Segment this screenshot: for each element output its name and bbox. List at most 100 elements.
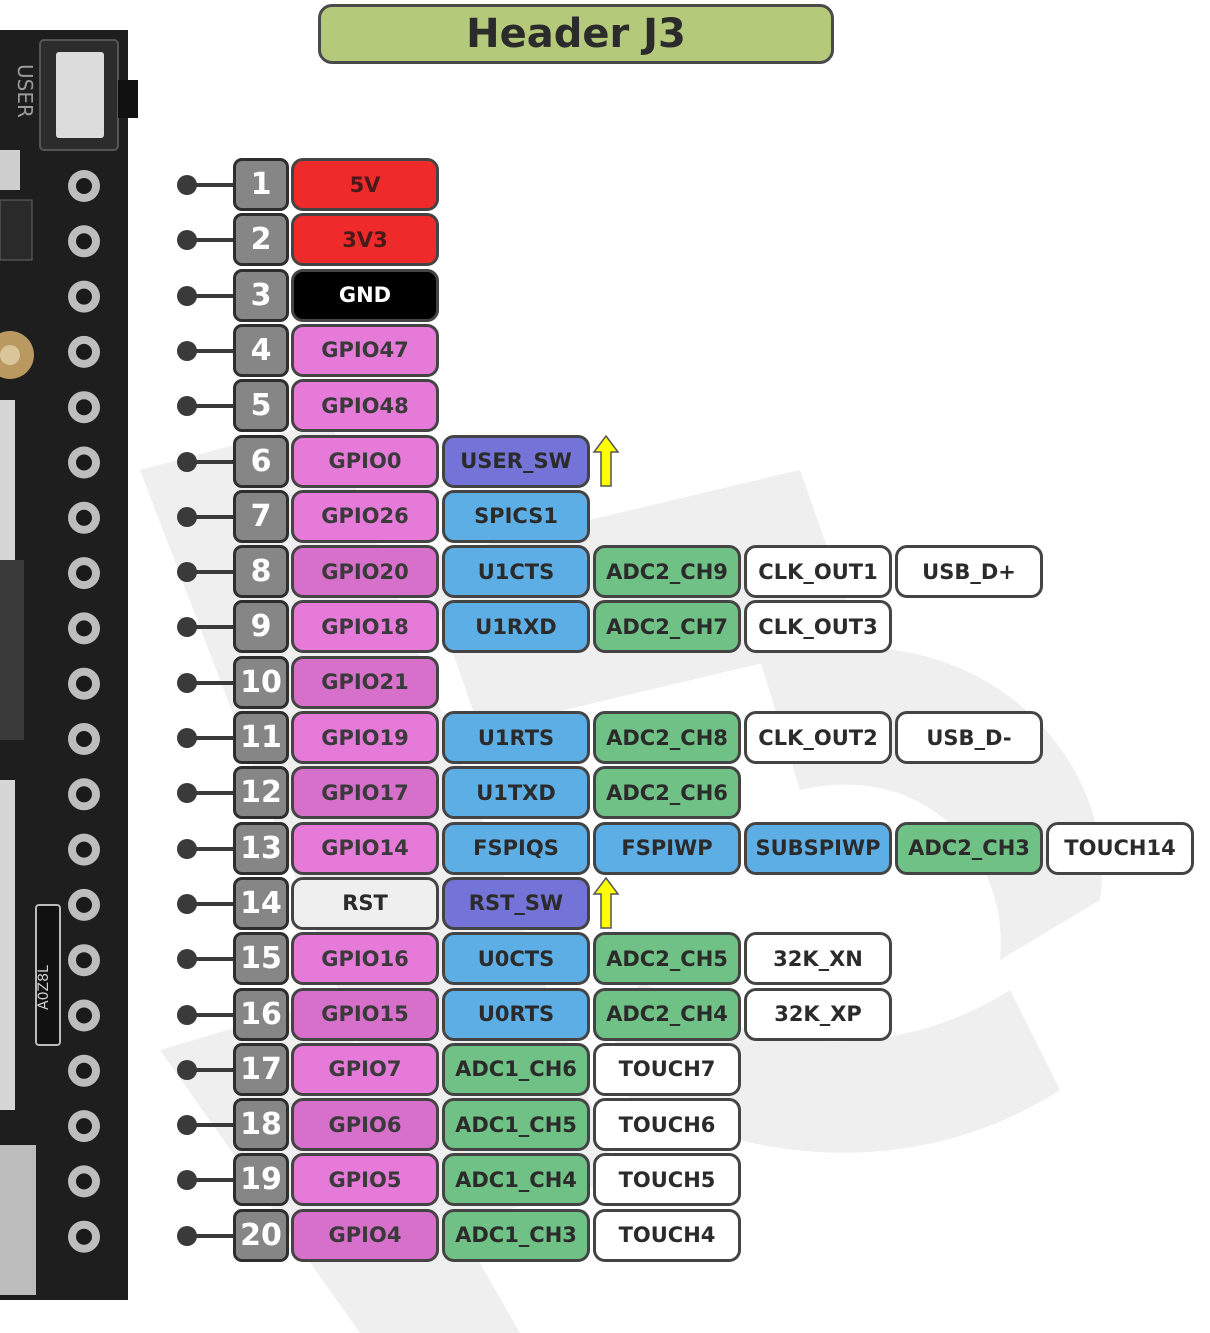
pin-function-other: TOUCH14 bbox=[1046, 821, 1194, 875]
pin-lead-dot bbox=[177, 396, 197, 417]
pin-row: 16 GPIO15 U0RTS ADC2_CH4 32K_XP bbox=[0, 987, 1210, 1042]
pin-number: 9 bbox=[233, 600, 289, 654]
board-silk-text: USER bbox=[13, 64, 37, 118]
pin-function-other: TOUCH5 bbox=[593, 1153, 741, 1207]
pin-function-power: 5V bbox=[291, 158, 439, 211]
pin-number: 13 bbox=[233, 821, 289, 875]
pin-row: 20 GPIO4 ADC1_CH3 TOUCH4 bbox=[0, 1208, 1210, 1263]
pin-function-adc: ADC2_CH3 bbox=[895, 821, 1043, 875]
pin-lead-dot bbox=[177, 451, 197, 472]
pinout-diagram: USER A0Z8L Header J3 1 5V 2 3V3 3 GND 4 GPIO47 5… bbox=[0, 0, 1210, 1333]
pin-function-ground: GND bbox=[291, 268, 439, 322]
pin-lead-dot bbox=[177, 230, 197, 251]
pin-function-serial: U0RTS bbox=[442, 987, 590, 1041]
pin-function-gpio: GPIO5 bbox=[291, 1153, 439, 1207]
pin-lead-dot bbox=[177, 562, 197, 583]
pin-number: 1 bbox=[233, 158, 289, 211]
pin-function-button: USER_SW bbox=[442, 434, 590, 488]
pin-row: 2 3V3 bbox=[0, 212, 1210, 267]
pin-function-adc: ADC1_CH6 bbox=[442, 1042, 590, 1096]
pin-lead-dot bbox=[177, 1225, 197, 1246]
pin-function-gpio: GPIO19 bbox=[291, 711, 439, 764]
pin-function-gpio: GPIO21 bbox=[291, 655, 439, 709]
pin-function-adc: ADC1_CH4 bbox=[442, 1153, 590, 1207]
pin-function-serial: U1CTS bbox=[442, 545, 590, 599]
pin-lead-dot bbox=[177, 949, 197, 970]
pin-function-gpio: GPIO15 bbox=[291, 987, 439, 1041]
pin-row: 19 GPIO5 ADC1_CH4 TOUCH5 bbox=[0, 1152, 1210, 1207]
pin-number: 17 bbox=[233, 1042, 289, 1096]
pin-lead-dot bbox=[177, 1115, 197, 1136]
pin-lead-dot bbox=[177, 1004, 197, 1025]
pin-lead-dot bbox=[177, 340, 197, 361]
pin-function-other: TOUCH6 bbox=[593, 1098, 741, 1152]
pin-function-adc: ADC2_CH5 bbox=[593, 932, 741, 986]
pin-function-serial: U1RXD bbox=[442, 600, 590, 654]
pin-function-gpio: GPIO7 bbox=[291, 1042, 439, 1096]
pin-row: 9 GPIO18 U1RXD ADC2_CH7 CLK_OUT3 bbox=[0, 599, 1210, 654]
pin-number: 18 bbox=[233, 1098, 289, 1152]
button-arrow-icon bbox=[592, 876, 620, 929]
pin-function-gpio: GPIO47 bbox=[291, 323, 439, 377]
pin-number: 20 bbox=[233, 1208, 289, 1262]
pin-function-gpio: GPIO16 bbox=[291, 932, 439, 986]
pin-function-gpio: GPIO20 bbox=[291, 545, 439, 599]
pin-lead-dot bbox=[177, 285, 197, 306]
pin-function-adc: ADC1_CH3 bbox=[442, 1208, 590, 1262]
pin-function-adc: ADC1_CH5 bbox=[442, 1098, 590, 1152]
pin-number: 8 bbox=[233, 545, 289, 599]
pin-row: 17 GPIO7 ADC1_CH6 TOUCH7 bbox=[0, 1042, 1210, 1097]
pin-function-spi: SUBSPIWP bbox=[744, 821, 892, 875]
pin-number: 19 bbox=[233, 1153, 289, 1207]
pin-lead-dot bbox=[177, 1059, 197, 1080]
pin-function-adc: ADC2_CH6 bbox=[593, 766, 741, 820]
pin-lead-dot bbox=[177, 672, 197, 693]
pin-row: 5 GPIO48 bbox=[0, 378, 1210, 433]
pin-function-serial: U1RTS bbox=[442, 711, 590, 764]
pin-number: 14 bbox=[233, 876, 289, 930]
pin-number: 4 bbox=[233, 323, 289, 377]
pin-function-serial: U0CTS bbox=[442, 932, 590, 986]
pin-lead-dot bbox=[177, 617, 197, 638]
pin-row: 7 GPIO26 SPICS1 bbox=[0, 489, 1210, 544]
header-title-box: Header J3 bbox=[318, 4, 834, 64]
pin-row: 10 GPIO21 bbox=[0, 655, 1210, 710]
header-title: Header J3 bbox=[466, 11, 686, 57]
pin-function-gpio: GPIO6 bbox=[291, 1098, 439, 1152]
pin-function-gpio: GPIO0 bbox=[291, 434, 439, 488]
pin-function-serial: U1TXD bbox=[442, 766, 590, 820]
pin-row: 13 GPIO14 FSPIQS FSPIWP SUBSPIWP ADC2_CH3 TOUC… bbox=[0, 821, 1210, 876]
pin-row: 1 5V bbox=[0, 157, 1210, 212]
pin-number: 16 bbox=[233, 987, 289, 1041]
pin-function-gpio: GPIO17 bbox=[291, 766, 439, 820]
pin-function-gpio: GPIO26 bbox=[291, 489, 439, 543]
pin-function-gpio: GPIO14 bbox=[291, 821, 439, 875]
pin-row: 12 GPIO17 U1TXD ADC2_CH6 bbox=[0, 765, 1210, 820]
pin-function-other: CLK_OUT3 bbox=[744, 600, 892, 654]
pin-number: 12 bbox=[233, 766, 289, 820]
button-arrow-icon bbox=[592, 434, 620, 487]
pin-row: 15 GPIO16 U0CTS ADC2_CH5 32K_XN bbox=[0, 931, 1210, 986]
pin-function-other: USB_D- bbox=[895, 711, 1043, 764]
pin-function-other: TOUCH7 bbox=[593, 1042, 741, 1096]
pin-function-spi: FSPIQS bbox=[442, 821, 590, 875]
pin-function-other: 32K_XP bbox=[744, 987, 892, 1041]
pin-number: 6 bbox=[233, 434, 289, 488]
pin-function-spi: FSPIWP bbox=[593, 821, 741, 875]
pin-row: 8 GPIO20 U1CTS ADC2_CH9 CLK_OUT1 USB_D+ bbox=[0, 544, 1210, 599]
pin-lead-dot bbox=[177, 783, 197, 804]
pin-function-adc: ADC2_CH7 bbox=[593, 600, 741, 654]
pin-row: 14 RST RST_SW bbox=[0, 876, 1210, 931]
pin-lead-dot bbox=[177, 506, 197, 527]
pin-row: 18 GPIO6 ADC1_CH5 TOUCH6 bbox=[0, 1097, 1210, 1152]
pin-lead-dot bbox=[177, 1170, 197, 1191]
pin-lead-dot bbox=[177, 175, 197, 195]
pin-function-other: TOUCH4 bbox=[593, 1208, 741, 1262]
pin-function-power: 3V3 bbox=[291, 213, 439, 267]
pin-number: 7 bbox=[233, 489, 289, 543]
pin-function-gpio: GPIO4 bbox=[291, 1208, 439, 1262]
pin-function-other: CLK_OUT2 bbox=[744, 711, 892, 764]
pin-number: 2 bbox=[233, 213, 289, 267]
pin-lead-dot bbox=[177, 728, 197, 748]
pin-function-gpio: GPIO48 bbox=[291, 379, 439, 433]
